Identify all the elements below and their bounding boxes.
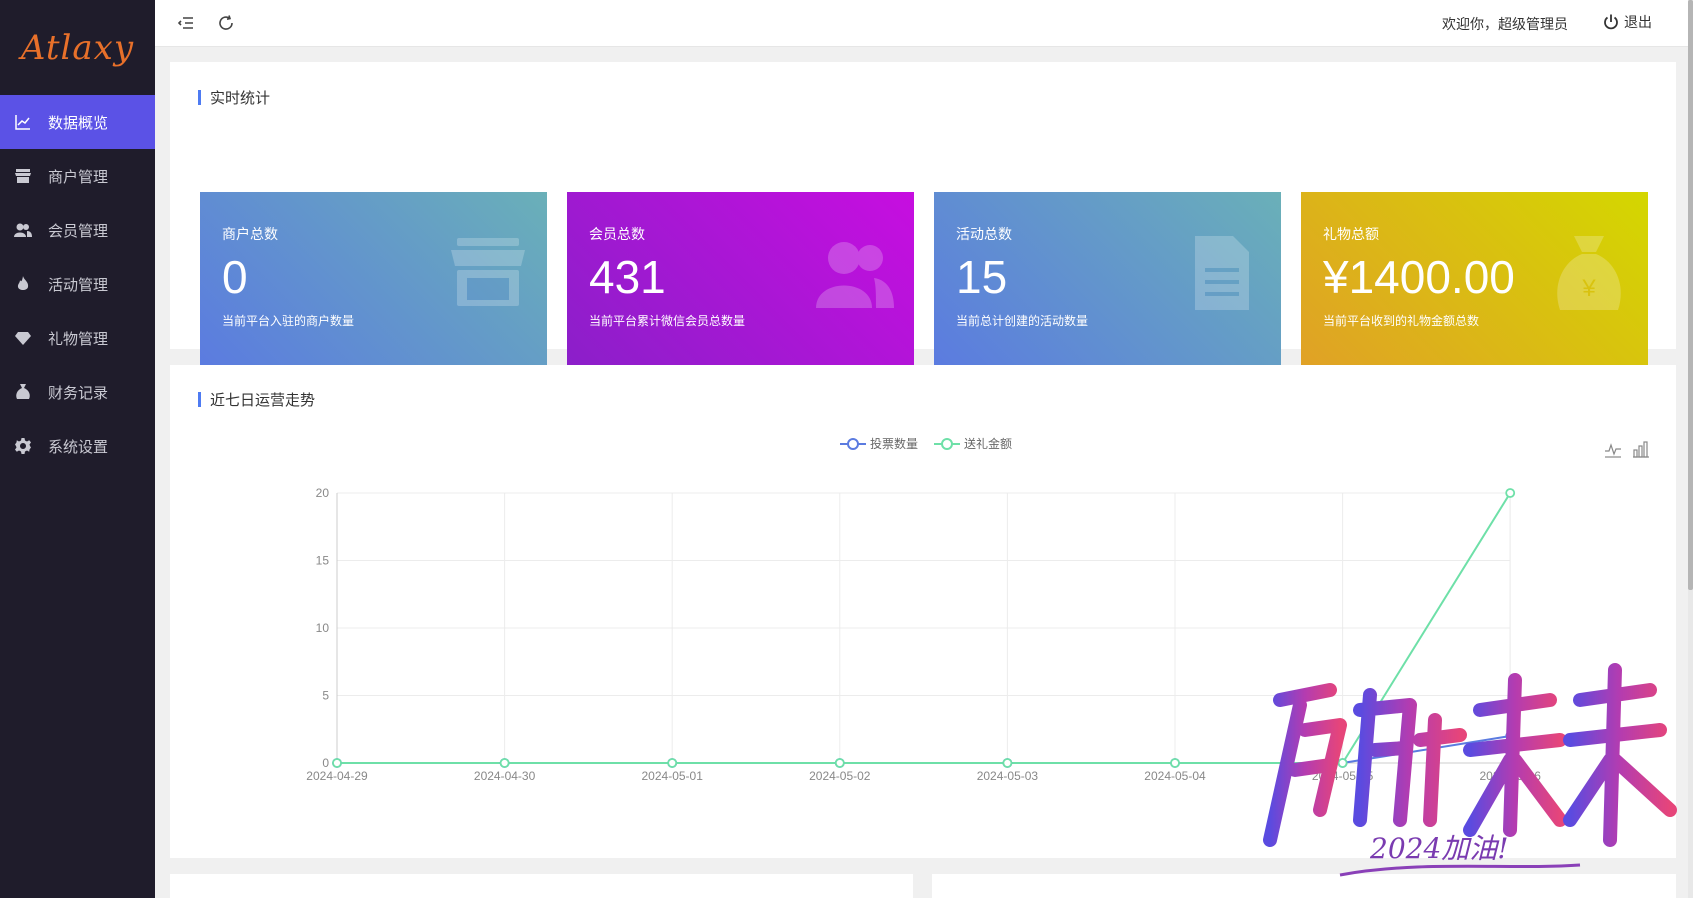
refresh-button[interactable] xyxy=(215,12,237,34)
logout-button[interactable]: 退出 xyxy=(1602,12,1652,32)
legend-label: 送礼金额 xyxy=(964,437,1013,451)
stat-card-label: 商户总数 xyxy=(222,227,278,243)
stat-card-desc: 当前平台累计微信会员总数量 xyxy=(589,314,746,328)
legend-item-votes[interactable]: 投票数量 xyxy=(840,435,918,452)
svg-text:¥: ¥ xyxy=(1581,275,1596,302)
sidebar-item-settings[interactable]: 系统设置 xyxy=(0,419,155,473)
sidebar-item-label: 礼物管理 xyxy=(48,329,109,348)
power-icon xyxy=(1604,14,1618,30)
users-icon xyxy=(12,219,34,241)
stat-card-activities[interactable]: 活动总数 15 当前总计创建的活动数量 xyxy=(934,192,1281,366)
fire-icon xyxy=(12,273,34,295)
stats-panel: 实时统计 商户总数 0 当前平台入驻的商户数量 会员总数 431 当前平台累计微… xyxy=(170,62,1676,366)
sidebar-item-overview[interactable]: 数据概览 xyxy=(0,95,155,149)
stat-card-gifts[interactable]: 礼物总额 ¥1400.00 当前平台收到的礼物金额总数 ¥ xyxy=(1301,192,1648,366)
logo-text: Atlaxy xyxy=(20,27,135,68)
watermark-logo: 2024加油! xyxy=(1263,663,1677,877)
store-icon xyxy=(449,234,527,312)
app-logo[interactable]: Atlaxy xyxy=(0,0,155,95)
trend-panel-title: 近七日运营走势 xyxy=(198,389,315,410)
sidebar-item-label: 商户管理 xyxy=(48,167,109,186)
welcome-text: 欢迎你，超级管理员 xyxy=(1442,17,1568,33)
gem-icon xyxy=(12,327,34,349)
stat-card-value: 15 xyxy=(956,251,1008,303)
legend-item-gift-amount[interactable]: 送礼金额 xyxy=(934,435,1012,452)
menu-fold-icon xyxy=(177,17,193,29)
stat-card-value: ¥1400.00 xyxy=(1323,251,1515,303)
sidebar-item-label: 数据概览 xyxy=(48,113,109,132)
sidebar-item-label: 系统设置 xyxy=(48,437,109,456)
stat-card-desc: 当前平台入驻的商户数量 xyxy=(222,314,355,328)
sidebar-item-activities[interactable]: 活动管理 xyxy=(0,257,155,311)
sidebar-item-label: 财务记录 xyxy=(48,383,109,402)
stat-card-label: 会员总数 xyxy=(589,227,645,243)
stat-card-value: 431 xyxy=(589,251,666,303)
sidebar-item-label: 活动管理 xyxy=(48,275,109,294)
refresh-icon xyxy=(219,15,233,30)
sidebar-item-merchants[interactable]: 商户管理 xyxy=(0,149,155,203)
bar-chart-icon[interactable] xyxy=(1632,440,1650,458)
watermark-subtext: 2024加油! xyxy=(1369,832,1509,865)
money-bag-icon: ¥ xyxy=(1550,234,1628,312)
scrollbar[interactable] xyxy=(1688,0,1693,898)
sidebar-item-members[interactable]: 会员管理 xyxy=(0,203,155,257)
stat-card-desc: 当前平台收到的礼物金额总数 xyxy=(1323,314,1480,328)
sidebar: Atlaxy 数据概览 商户管理 会员管理 活动管理 礼物管理 财务记录 系统设… xyxy=(0,0,155,898)
scrollbar-thumb[interactable] xyxy=(1688,0,1693,590)
sidebar-item-finance[interactable]: 财务记录 xyxy=(0,365,155,419)
line-chart-icon[interactable] xyxy=(1604,440,1622,458)
menu-collapse-button[interactable] xyxy=(175,12,197,34)
stat-card-label: 礼物总额 xyxy=(1323,227,1379,243)
legend-label: 投票数量 xyxy=(870,437,919,451)
stat-card-label: 活动总数 xyxy=(956,227,1012,243)
sidebar-item-gifts[interactable]: 礼物管理 xyxy=(0,311,155,365)
stat-card-value: 0 xyxy=(222,251,248,303)
money-bag-icon xyxy=(12,381,34,403)
store-icon xyxy=(12,165,34,187)
users-icon xyxy=(816,234,894,312)
stats-panel-title: 实时统计 xyxy=(198,87,270,108)
stat-card-members[interactable]: 会员总数 431 当前平台累计微信会员总数量 xyxy=(567,192,914,366)
legend-marker-icon xyxy=(840,437,866,450)
top-header: 欢迎你，超级管理员 退出 xyxy=(155,0,1688,47)
bottom-panel-left xyxy=(170,874,913,898)
sidebar-item-label: 会员管理 xyxy=(48,221,109,240)
logout-label: 退出 xyxy=(1624,15,1652,31)
chart-legend: 投票数量 送礼金额 xyxy=(840,435,1028,452)
stat-card-desc: 当前总计创建的活动数量 xyxy=(956,314,1089,328)
chart-line-icon xyxy=(12,111,34,133)
stat-card-merchants[interactable]: 商户总数 0 当前平台入驻的商户数量 xyxy=(200,192,547,366)
gear-icon xyxy=(12,435,34,457)
legend-marker-icon xyxy=(934,437,961,450)
document-icon xyxy=(1183,234,1261,312)
